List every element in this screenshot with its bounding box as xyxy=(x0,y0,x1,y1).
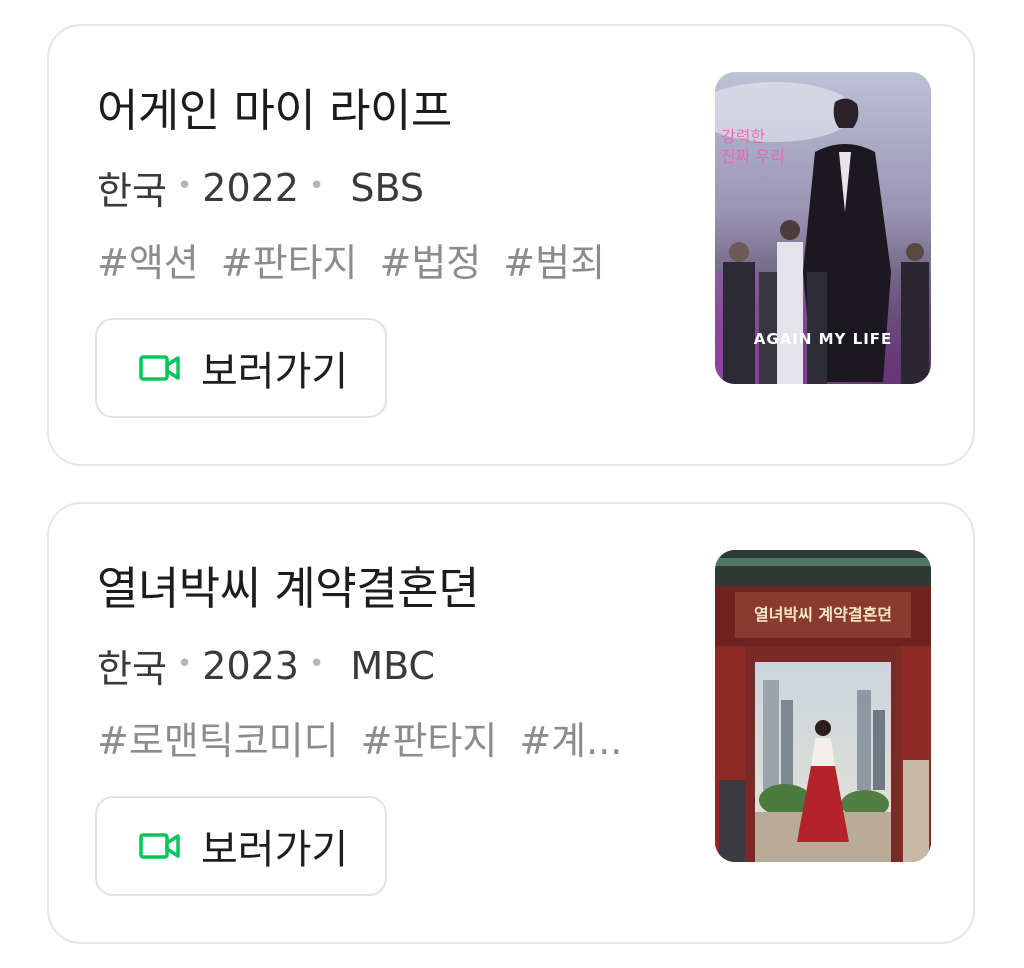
drama-meta: 한국 • 2023 • MBC xyxy=(97,638,435,693)
genre-tag[interactable]: #범죄 xyxy=(503,241,605,285)
drama-meta: 한국 • 2022 • SBS xyxy=(97,160,424,215)
watch-button[interactable]: 보러가기 xyxy=(95,318,387,418)
drama-poster[interactable]: 강력한 진짜 우리 AGAIN MY LIFE xyxy=(715,72,931,384)
watch-button-label: 보러가기 xyxy=(201,827,349,873)
genre-tag[interactable]: #액션 xyxy=(97,241,199,285)
watch-button[interactable]: 보러가기 xyxy=(95,796,387,896)
genre-tag[interactable]: #판타지 xyxy=(221,241,358,285)
video-camera-icon xyxy=(139,833,180,859)
genre-tag[interactable]: #판타지 xyxy=(361,719,498,763)
drama-card[interactable]: 열녀박씨 계약결혼뎐 한국 • 2023 • MBC #로맨틱코미디 #판타지 #계… xyxy=(47,502,975,944)
poster-image: 열녀박씨 계약결혼뎐 xyxy=(715,550,931,862)
network-label: MBC xyxy=(350,643,436,688)
video-camera-icon xyxy=(139,355,180,381)
poster-image: 강력한 진짜 우리 AGAIN MY LIFE xyxy=(715,72,931,384)
genre-tag[interactable]: #법정 xyxy=(380,241,482,285)
watch-button-label: 보러가기 xyxy=(201,349,349,395)
network-label: SBS xyxy=(350,165,424,210)
separator-dot: • xyxy=(176,648,193,679)
genre-tag[interactable]: #계... xyxy=(519,719,622,763)
year-label: 2023 xyxy=(202,643,299,688)
separator-dot: • xyxy=(176,170,193,201)
drama-card[interactable]: 어게인 마이 라이프 한국 • 2022 • SBS #액션 #판타지 #법정 #범죄… xyxy=(47,24,975,466)
year-label: 2022 xyxy=(202,165,299,210)
country-label: 한국 xyxy=(97,169,167,213)
svg-text:진짜 우리: 진짜 우리 xyxy=(721,147,785,166)
poster-title-text: 열녀박씨 계약결혼뎐 xyxy=(754,605,892,624)
poster-title-text: AGAIN MY LIFE xyxy=(754,330,893,348)
country-label: 한국 xyxy=(97,647,167,691)
drama-poster[interactable]: 열녀박씨 계약결혼뎐 xyxy=(715,550,931,862)
genre-tags: #로맨틱코미디 #판타지 #계... xyxy=(97,710,657,765)
drama-title[interactable]: 어게인 마이 라이프 xyxy=(97,74,452,139)
genre-tags: #액션 #판타지 #법정 #범죄 xyxy=(97,232,657,287)
separator-dot: • xyxy=(308,170,325,201)
svg-text:강력한: 강력한 xyxy=(721,127,765,146)
drama-title[interactable]: 열녀박씨 계약결혼뎐 xyxy=(97,552,479,617)
genre-tag[interactable]: #로맨틱코미디 xyxy=(97,719,339,763)
separator-dot: • xyxy=(308,648,325,679)
